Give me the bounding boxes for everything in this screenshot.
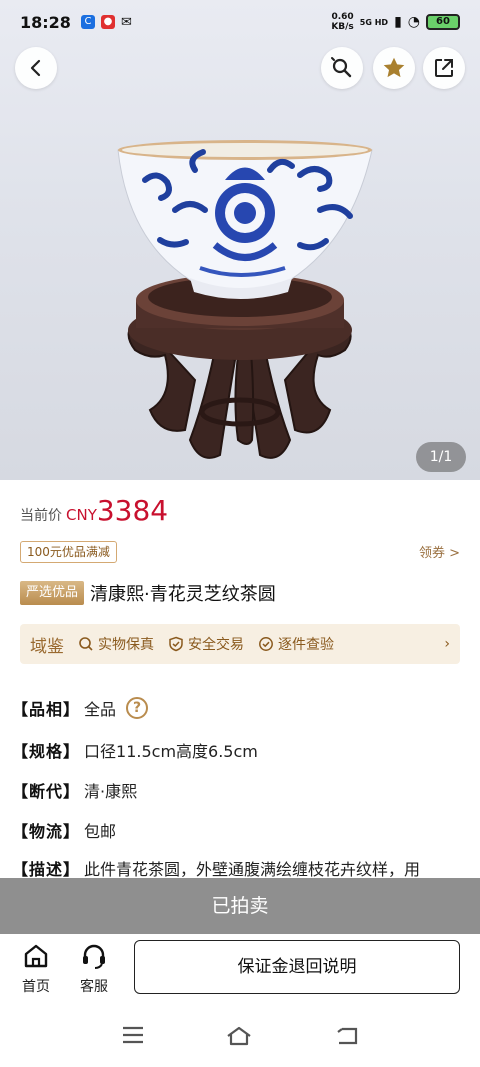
network-type: 5G HD	[359, 17, 389, 27]
nav-service-label: 客服	[80, 979, 108, 995]
chevron-left-icon	[30, 59, 41, 77]
search-icon	[331, 57, 352, 78]
share-icon	[435, 59, 453, 77]
back-nav-icon[interactable]	[336, 1026, 358, 1046]
battery-icon: 60	[426, 14, 460, 30]
menu-icon[interactable]	[122, 1026, 144, 1044]
attribute-value: 清·康熙	[84, 782, 138, 801]
get-coupon-link[interactable]: 领券 >	[419, 542, 460, 561]
nav-customer-service[interactable]: 客服	[74, 942, 114, 996]
attribute-key: 【物流】	[12, 822, 81, 841]
assurance-item-label: 实物保真	[98, 637, 154, 653]
attribute-key: 【规格】	[12, 742, 81, 761]
bottom-action-bar: 首页 客服 保证金退回说明	[0, 934, 480, 1004]
coupon-tag: 100元优品满减	[20, 541, 117, 563]
wifi-icon: ◔	[407, 14, 420, 30]
assurance-brand: 域鉴	[30, 636, 64, 657]
price-currency: CNY	[66, 506, 97, 524]
attribute-period: 【断代】 清·康熙	[12, 778, 137, 802]
attribute-shipping: 【物流】 包邮	[12, 818, 116, 842]
shield-icon	[169, 636, 183, 652]
product-image-gallery[interactable]: 18:28 C ● ✉ 0.60 KB/s 5G HD ▮ ◔ 60 1/1	[0, 0, 480, 480]
attribute-key: 【断代】	[12, 782, 81, 801]
headset-icon	[83, 944, 105, 969]
help-icon[interactable]: ?	[126, 697, 149, 719]
assurance-item-secure: 安全交易	[168, 634, 244, 654]
favorite-button[interactable]	[373, 47, 415, 89]
app-notification-icon: C	[80, 15, 95, 29]
auction-status-bar: 已拍卖	[0, 878, 480, 934]
attribute-key: 【品相】	[12, 700, 81, 719]
price-row: 当前价 CNY 3384	[20, 494, 168, 527]
attribute-key: 【描述】	[12, 860, 81, 879]
assurance-bar[interactable]: 域鉴 实物保真 安全交易 逐件查验 ›	[20, 624, 460, 664]
app-notification-icon: ●	[100, 15, 115, 29]
search-icon	[79, 637, 93, 651]
attribute-condition: 【品相】 全品 ?	[12, 696, 149, 720]
status-time: 18:28	[20, 12, 71, 32]
deposit-refund-info-button[interactable]: 保证金退回说明	[134, 940, 460, 994]
back-button[interactable]	[15, 47, 57, 89]
attribute-value: 全品	[84, 700, 117, 719]
assurance-item-label: 逐件查验	[278, 637, 334, 653]
nav-home-label: 首页	[22, 979, 50, 995]
app-notification-icon: ✉	[120, 14, 132, 30]
price-label: 当前价	[20, 508, 62, 524]
assurance-item-label: 安全交易	[188, 637, 244, 653]
nav-home[interactable]: 首页	[16, 942, 56, 996]
share-button[interactable]	[423, 47, 465, 89]
title-row: 严选优品 清康熙·青花灵芝纹茶圆	[20, 580, 276, 606]
speed-unit: KB/s	[331, 22, 354, 32]
home-icon	[24, 944, 48, 968]
assurance-item-inspect: 逐件查验	[258, 634, 334, 654]
product-detail-page: 18:28 C ● ✉ 0.60 KB/s 5G HD ▮ ◔ 60 1/1 当…	[0, 0, 480, 1067]
system-navigation-bar	[0, 1004, 480, 1067]
speed-value: 0.60	[331, 12, 354, 22]
attribute-size: 【规格】 口径11.5cm高度6.5cm	[12, 738, 258, 762]
attribute-value: 口径11.5cm高度6.5cm	[84, 742, 258, 761]
chevron-right-icon: ›	[444, 636, 450, 652]
image-search-button[interactable]	[321, 47, 363, 89]
assurance-item-authentic: 实物保真	[78, 634, 154, 654]
product-title: 清康熙·青花灵芝纹茶圆	[90, 584, 276, 605]
star-icon	[383, 57, 405, 78]
price-value: 3384	[96, 494, 169, 527]
image-counter: 1/1	[416, 442, 466, 472]
attribute-value: 此件青花茶圆，外壁通腹满绘缠枝花卉纹样，用	[84, 860, 421, 879]
attribute-value: 包邮	[84, 822, 117, 841]
status-bar: 18:28 C ● ✉ 0.60 KB/s 5G HD ▮ ◔ 60	[0, 0, 480, 44]
check-circle-icon	[259, 637, 273, 651]
selection-badge: 严选优品	[20, 581, 85, 605]
network-speed: 0.60 KB/s	[331, 12, 353, 32]
attribute-description: 【描述】 此件青花茶圆，外壁通腹满绘缠枝花卉纹样，用	[12, 856, 472, 880]
home-nav-icon[interactable]	[226, 1026, 252, 1046]
signal-icon: ▮	[394, 14, 402, 30]
